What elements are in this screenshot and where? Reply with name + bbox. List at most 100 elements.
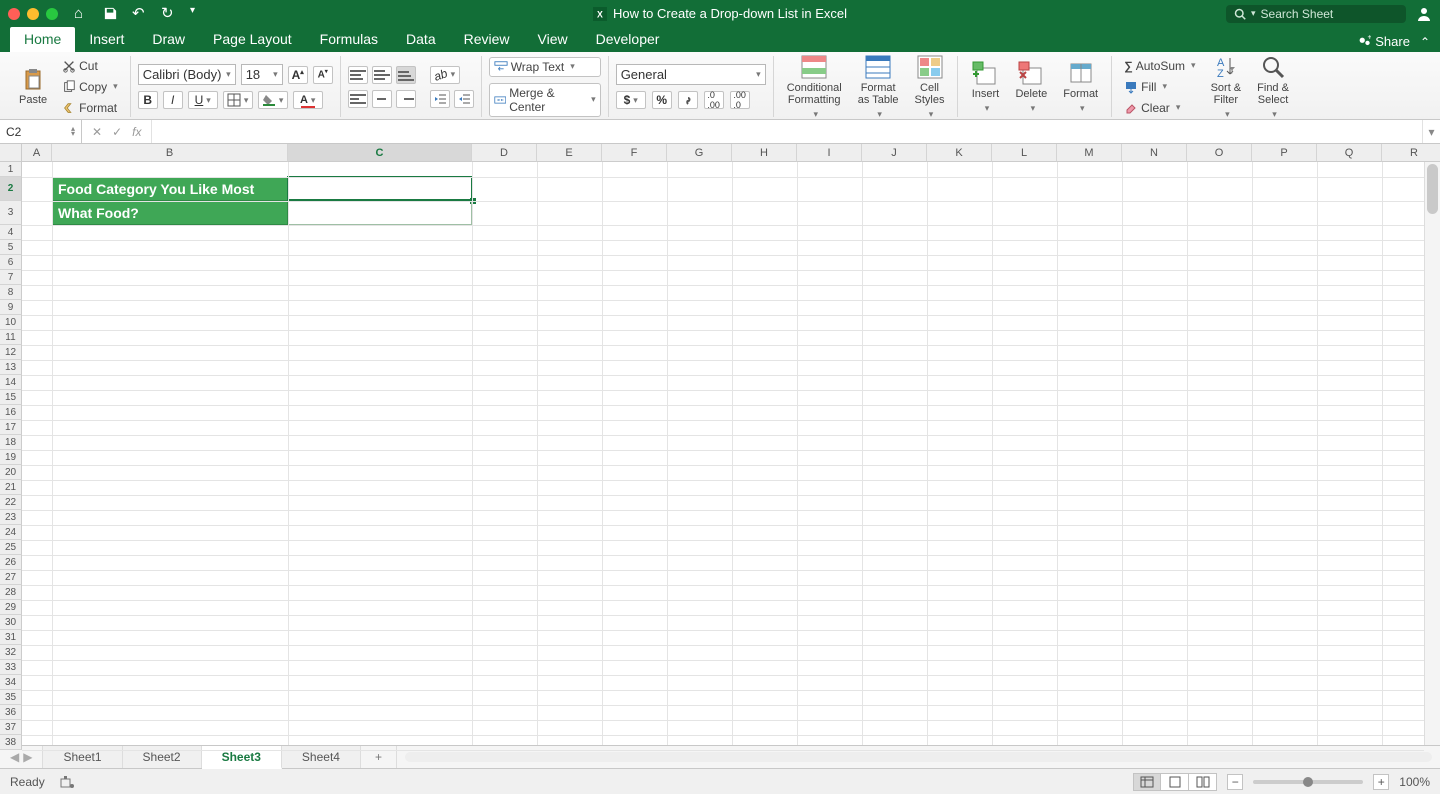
align-center-icon[interactable] <box>372 90 392 108</box>
page-break-view-icon[interactable] <box>1189 773 1217 791</box>
vertical-scroll-thumb[interactable] <box>1427 164 1438 214</box>
cell-c3[interactable] <box>288 201 472 225</box>
decrease-indent-icon[interactable] <box>430 90 450 108</box>
row-header-25[interactable]: 25 <box>0 540 22 555</box>
vertical-scrollbar[interactable] <box>1424 162 1440 745</box>
paste-button[interactable]: Paste <box>13 64 53 109</box>
row-header-35[interactable]: 35 <box>0 690 22 705</box>
align-top-icon[interactable] <box>348 66 368 84</box>
search-sheet-input[interactable]: ▾ Search Sheet <box>1226 5 1406 23</box>
find-select-button[interactable]: Find & Select <box>1251 52 1295 122</box>
font-name-select[interactable]: Calibri (Body)▾ <box>138 64 236 85</box>
account-icon[interactable] <box>1416 6 1432 22</box>
formula-input[interactable] <box>152 120 1422 143</box>
font-size-select[interactable]: 18▾ <box>241 64 283 85</box>
undo-icon[interactable]: ↶ <box>132 6 147 21</box>
col-header-e[interactable]: E <box>537 144 602 162</box>
delete-cells-button[interactable]: Delete <box>1009 58 1053 115</box>
decrease-decimal-icon[interactable]: .00.0 <box>730 91 750 109</box>
cell-b3[interactable]: What Food? <box>52 201 288 225</box>
row-header-14[interactable]: 14 <box>0 375 22 390</box>
fill-button[interactable]: Fill <box>1119 77 1200 97</box>
bold-button[interactable]: B <box>138 91 158 109</box>
col-header-a[interactable]: A <box>22 144 52 162</box>
tab-home[interactable]: Home <box>10 27 75 52</box>
collapse-ribbon-icon[interactable]: ⌃ <box>1420 35 1430 49</box>
col-header-f[interactable]: F <box>602 144 667 162</box>
zoom-slider-knob[interactable] <box>1303 777 1313 787</box>
row-header-7[interactable]: 7 <box>0 270 22 285</box>
format-as-table-button[interactable]: Format as Table <box>852 52 905 122</box>
tab-data[interactable]: Data <box>392 27 450 52</box>
row-header-12[interactable]: 12 <box>0 345 22 360</box>
increase-font-icon[interactable]: A▴ <box>288 66 308 84</box>
select-all-corner[interactable] <box>0 144 22 162</box>
minimize-icon[interactable] <box>27 8 39 20</box>
home-icon[interactable]: ⌂ <box>74 6 89 21</box>
row-header-27[interactable]: 27 <box>0 570 22 585</box>
zoom-slider[interactable] <box>1253 780 1363 784</box>
row-header-20[interactable]: 20 <box>0 465 22 480</box>
col-header-b[interactable]: B <box>52 144 288 162</box>
copy-button[interactable]: Copy <box>57 77 123 97</box>
cell-b2[interactable]: Food Category You Like Most <box>52 177 288 201</box>
row-header-18[interactable]: 18 <box>0 435 22 450</box>
font-color-button[interactable]: A <box>293 91 323 109</box>
tab-developer[interactable]: Developer <box>582 27 674 52</box>
col-header-m[interactable]: M <box>1057 144 1122 162</box>
cells-area[interactable]: Food Category You Like Most What Food? <box>22 162 1424 745</box>
row-header-21[interactable]: 21 <box>0 480 22 495</box>
share-button[interactable]: + Share <box>1357 34 1410 49</box>
col-header-g[interactable]: G <box>667 144 732 162</box>
row-header-26[interactable]: 26 <box>0 555 22 570</box>
row-header-30[interactable]: 30 <box>0 615 22 630</box>
currency-button[interactable]: $ <box>616 91 646 109</box>
row-header-38[interactable]: 38 <box>0 735 22 750</box>
row-header-37[interactable]: 37 <box>0 720 22 735</box>
col-header-r[interactable]: R <box>1382 144 1440 162</box>
col-header-i[interactable]: I <box>797 144 862 162</box>
row-header-11[interactable]: 11 <box>0 330 22 345</box>
row-header-23[interactable]: 23 <box>0 510 22 525</box>
expand-formula-bar-icon[interactable]: ▾ <box>1422 120 1440 143</box>
row-header-5[interactable]: 5 <box>0 240 22 255</box>
borders-button[interactable] <box>223 91 253 109</box>
wrap-text-button[interactable]: Wrap Text <box>489 57 601 77</box>
close-icon[interactable] <box>8 8 20 20</box>
align-right-icon[interactable] <box>396 90 416 108</box>
col-header-o[interactable]: O <box>1187 144 1252 162</box>
col-header-k[interactable]: K <box>927 144 992 162</box>
row-header-34[interactable]: 34 <box>0 675 22 690</box>
row-headers[interactable]: 1234567891011121314151617181920212223242… <box>0 162 22 750</box>
row-header-1[interactable]: 1 <box>0 162 22 177</box>
col-header-q[interactable]: Q <box>1317 144 1382 162</box>
row-header-24[interactable]: 24 <box>0 525 22 540</box>
row-header-33[interactable]: 33 <box>0 660 22 675</box>
row-header-29[interactable]: 29 <box>0 600 22 615</box>
enter-formula-icon[interactable]: ✓ <box>112 125 122 139</box>
page-layout-view-icon[interactable] <box>1161 773 1189 791</box>
tab-formulas[interactable]: Formulas <box>306 27 392 52</box>
row-header-6[interactable]: 6 <box>0 255 22 270</box>
row-header-8[interactable]: 8 <box>0 285 22 300</box>
col-header-h[interactable]: H <box>732 144 797 162</box>
increase-decimal-icon[interactable]: .0.00 <box>704 91 724 109</box>
zoom-level[interactable]: 100% <box>1399 775 1430 789</box>
row-header-3[interactable]: 3 <box>0 201 22 225</box>
align-bottom-icon[interactable] <box>396 66 416 84</box>
save-icon[interactable] <box>103 6 118 21</box>
row-header-15[interactable]: 15 <box>0 390 22 405</box>
tab-draw[interactable]: Draw <box>138 27 199 52</box>
row-header-13[interactable]: 13 <box>0 360 22 375</box>
row-header-4[interactable]: 4 <box>0 225 22 240</box>
percent-button[interactable]: % <box>652 91 672 109</box>
col-header-d[interactable]: D <box>472 144 537 162</box>
macro-recorder-icon[interactable] <box>59 774 75 790</box>
increase-indent-icon[interactable] <box>454 90 474 108</box>
format-painter-button[interactable]: Format <box>57 98 123 118</box>
row-header-19[interactable]: 19 <box>0 450 22 465</box>
underline-button[interactable]: U <box>188 91 218 109</box>
qat-more-icon[interactable]: ▾ <box>190 6 205 21</box>
col-header-c[interactable]: C <box>288 144 472 162</box>
col-header-j[interactable]: J <box>862 144 927 162</box>
